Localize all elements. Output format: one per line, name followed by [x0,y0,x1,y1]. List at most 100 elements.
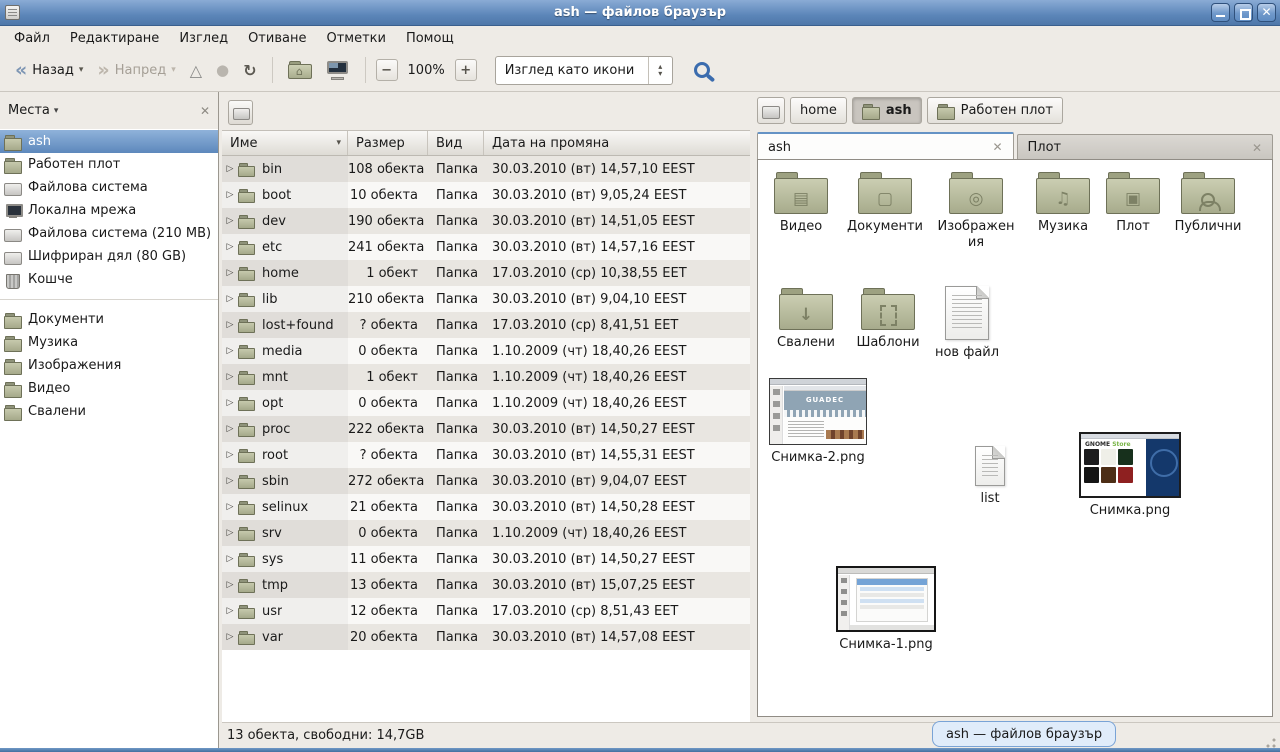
view-mode-select[interactable]: Изглед като икони [495,56,673,85]
sidebar-item-drive-4[interactable]: Файлова система (210 MB) [0,222,218,245]
expander-icon[interactable] [222,528,238,538]
table-row-media[interactable]: media0 обектаПапка1.10.2009 (чт) 18,40,2… [222,338,750,364]
expander-icon[interactable] [222,554,238,564]
table-row-lib[interactable]: lib210 обектаПапка30.03.2010 (вт) 9,04,1… [222,286,750,312]
tab-close-icon[interactable] [992,140,1002,154]
expander-icon[interactable] [222,450,238,460]
table-row-mnt[interactable]: mnt1 обектПапка1.10.2009 (чт) 18,40,26 E… [222,364,750,390]
menu-edit[interactable]: Редактиране [60,29,169,48]
expander-icon[interactable] [222,190,238,200]
taskbar-window-button[interactable]: ash — файлов браузър [932,721,1116,747]
table-row-opt[interactable]: opt0 обектаПапка1.10.2009 (чт) 18,40,26 … [222,390,750,416]
sidebar-close-icon[interactable] [200,104,210,118]
breadcrumb-home-button[interactable]: home [790,97,847,124]
computer-button[interactable] [319,56,357,85]
table-row-sbin[interactable]: sbin272 обектаПапка30.03.2010 (вт) 9,04,… [222,468,750,494]
sidebar-item-downloads-folder-12[interactable]: Свалени [0,400,218,423]
titlebar[interactable]: ash — файлов браузър [0,0,1280,26]
expander-icon[interactable] [222,164,238,174]
icon-item-snimka[interactable]: GNOME Store Снимка.png [1076,432,1184,519]
sidebar-item-documents-folder-8[interactable]: Документи [0,308,218,331]
expander-icon[interactable] [222,632,238,642]
icon-item-video[interactable]: ▤ Видео [768,172,834,235]
icon-view[interactable]: ▤ Видео ▢ Документи ◎ Изображения ♫ Музи… [757,159,1273,717]
expander-icon[interactable] [222,502,238,512]
forward-history-dropdown-icon[interactable] [171,65,176,75]
tab-plot[interactable]: Плот [1017,134,1274,160]
sidebar-item-music-folder-9[interactable]: Музика [0,331,218,354]
menu-bookmarks[interactable]: Отметки [316,29,395,48]
home-button[interactable] [281,56,319,84]
icon-item-snimka-2[interactable]: GUADEC Снимка-2.png [766,378,870,466]
zoom-in-button[interactable] [455,59,477,81]
column-header-date[interactable]: Дата на промяна [484,131,750,155]
icon-item-public[interactable]: Публични [1170,172,1246,235]
expander-icon[interactable] [222,606,238,616]
stop-button[interactable] [209,56,236,84]
icon-item-new-file[interactable]: нов файл [932,286,1002,361]
sidebar-item-video-folder-11[interactable]: Видео [0,377,218,400]
icon-item-desktop[interactable]: ▣ Плот [1104,172,1162,235]
table-row-dev[interactable]: dev190 обектаПапка30.03.2010 (вт) 14,51,… [222,208,750,234]
expander-icon[interactable] [222,268,238,278]
expander-icon[interactable] [222,372,238,382]
table-row-proc[interactable]: proc222 обектаПапка30.03.2010 (вт) 14,50… [222,416,750,442]
table-row-usr[interactable]: usr12 обектаПапка17.03.2010 (ср) 8,51,43… [222,598,750,624]
breadcrumb-root-button[interactable] [757,97,785,124]
sidebar-item-desktop-folder-1[interactable]: Работен плот [0,153,218,176]
breadcrumb-ash-button[interactable]: ash [852,97,922,124]
menu-file[interactable]: Файл [4,29,60,48]
icon-item-list[interactable]: list [958,446,1022,507]
tab-close-icon[interactable] [1252,141,1262,155]
expander-icon[interactable] [222,294,238,304]
table-row-boot[interactable]: boot10 обектаПапка30.03.2010 (вт) 9,05,2… [222,182,750,208]
sidebar-item-network-3[interactable]: Локална мрежа [0,199,218,222]
table-row-srv[interactable]: srv0 обектаПапка1.10.2009 (чт) 18,40,26 … [222,520,750,546]
table-row-lost+found[interactable]: lost+found? обектаПапка17.03.2010 (ср) 8… [222,312,750,338]
sidebar-item-images-folder-10[interactable]: Изображения [0,354,218,377]
sidebar-title-dropdown-icon[interactable] [54,106,59,116]
breadcrumb-desktop-button[interactable]: Работен плот [927,97,1063,124]
table-row-etc[interactable]: etc241 обектаПапка30.03.2010 (вт) 14,57,… [222,234,750,260]
zoom-out-button[interactable] [376,59,398,81]
icon-item-images[interactable]: ◎ Изображения [936,172,1016,252]
forward-button[interactable]: Напред [90,58,182,83]
sidebar-title[interactable]: Места [8,103,50,118]
expander-icon[interactable] [222,216,238,226]
table-row-sys[interactable]: sys11 обектаПапка30.03.2010 (вт) 14,50,2… [222,546,750,572]
expander-icon[interactable] [222,346,238,356]
expander-icon[interactable] [222,580,238,590]
table-row-root[interactable]: root? обектаПапка30.03.2010 (вт) 14,55,3… [222,442,750,468]
back-button[interactable]: Назад [8,58,90,83]
sidebar-item-trash-6[interactable]: Кошче [0,268,218,291]
table-row-var[interactable]: var20 обектаПапка30.03.2010 (вт) 14,57,0… [222,624,750,650]
filesystem-root-button[interactable] [228,100,253,125]
icon-item-music[interactable]: ♫ Музика [1030,172,1096,235]
sidebar-item-home-folder-0[interactable]: ash [0,130,218,153]
minimize-button[interactable] [1211,3,1230,22]
sidebar-item-drive-2[interactable]: Файлова система [0,176,218,199]
sidebar-item-drive-5[interactable]: Шифриран дял (80 GB) [0,245,218,268]
reload-button[interactable] [236,56,263,85]
table-row-tmp[interactable]: tmp13 обектаПапка30.03.2010 (вт) 15,07,2… [222,572,750,598]
icon-item-snimka-1[interactable]: Снимка-1.png [832,566,940,653]
search-button[interactable] [687,55,717,85]
expander-icon[interactable] [222,398,238,408]
table-row-selinux[interactable]: selinux21 обектаПапка30.03.2010 (вт) 14,… [222,494,750,520]
up-button[interactable] [183,56,209,85]
maximize-button[interactable] [1234,3,1253,22]
expander-icon[interactable] [222,424,238,434]
table-row-home[interactable]: home1 обектПапка17.03.2010 (ср) 10,38,55… [222,260,750,286]
menu-help[interactable]: Помощ [396,29,464,48]
table-row-bin[interactable]: bin108 обектаПапка30.03.2010 (вт) 14,57,… [222,156,750,182]
icon-item-templates[interactable]: Шаблони [852,288,924,351]
column-header-size[interactable]: Размер [348,131,428,155]
expander-icon[interactable] [222,242,238,252]
column-header-type[interactable]: Вид [428,131,484,155]
expander-icon[interactable] [222,476,238,486]
menu-go[interactable]: Отиване [238,29,316,48]
icon-item-documents[interactable]: ▢ Документи [844,172,926,235]
close-button[interactable] [1257,3,1276,22]
resize-grip[interactable] [1263,735,1277,749]
expander-icon[interactable] [222,320,238,330]
